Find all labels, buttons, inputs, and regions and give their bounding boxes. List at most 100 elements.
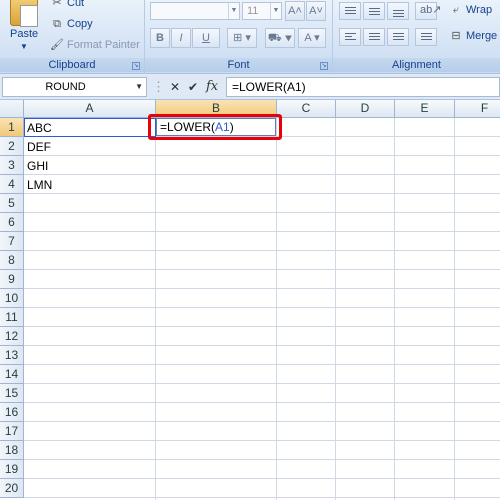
alignment-group-label: Alignment <box>333 58 500 72</box>
paste-dropdown-icon[interactable]: ▼ <box>20 42 28 51</box>
row-header-11[interactable]: 11 <box>0 308 24 327</box>
row-header-17[interactable]: 17 <box>0 422 24 441</box>
gridline-horizontal <box>24 269 500 270</box>
gridline-horizontal <box>24 383 500 384</box>
column-header-a[interactable]: A <box>24 100 156 118</box>
name-box[interactable]: ROUND ▼ <box>2 77 147 97</box>
paste-icon[interactable] <box>10 0 38 27</box>
row-header-6[interactable]: 6 <box>0 213 24 232</box>
gridline-horizontal <box>24 212 500 213</box>
column-header-c[interactable]: C <box>277 100 336 118</box>
gridline-horizontal <box>24 326 500 327</box>
row-header-1[interactable]: 1 <box>0 118 24 137</box>
gridline-horizontal <box>24 193 500 194</box>
row-header-12[interactable]: 12 <box>0 327 24 346</box>
bold-button[interactable]: B <box>150 28 170 48</box>
resize-handle-icon[interactable]: ⋮ <box>152 78 165 96</box>
excel-window: Paste ▼ ✂ Cut ⧉ Copy 🖌 Format Painter Clipb… <box>0 0 500 500</box>
gridline-horizontal <box>24 174 500 175</box>
enter-icon[interactable]: ✔ <box>188 78 198 96</box>
row-header-14[interactable]: 14 <box>0 365 24 384</box>
borders-button[interactable]: ⊞ ▾ <box>227 28 257 48</box>
paintbrush-icon: 🖌 <box>50 39 64 51</box>
orientation-button[interactable]: ab↗ <box>415 2 441 20</box>
gridline-horizontal <box>24 231 500 232</box>
row-header-13[interactable]: 13 <box>0 346 24 365</box>
wrap-text-icon: ⤶ <box>452 4 460 16</box>
row-header-3[interactable]: 3 <box>0 156 24 175</box>
gridline-horizontal <box>24 440 500 441</box>
font-group-label: Font <box>145 58 332 72</box>
formula-input[interactable]: =LOWER(A1) <box>226 77 500 97</box>
copy-button[interactable]: ⧉ Copy <box>50 16 93 32</box>
middle-align-button[interactable] <box>363 2 385 20</box>
top-align-button[interactable] <box>339 2 361 20</box>
font-color-icon: A ▾ <box>304 32 320 44</box>
cancel-icon[interactable]: ✕ <box>170 78 180 96</box>
gridline-horizontal <box>24 288 500 289</box>
copy-icon: ⧉ <box>53 18 61 30</box>
merge-center-button[interactable]: ⊟ Merge <box>449 28 497 44</box>
row-header-5[interactable]: 5 <box>0 194 24 213</box>
cut-button[interactable]: ✂ Cut <box>50 0 84 11</box>
referenced-cell-border <box>24 118 156 137</box>
gridline-vertical <box>394 118 395 500</box>
chevron-down-icon[interactable]: ▼ <box>135 78 143 96</box>
gridline-horizontal <box>24 345 500 346</box>
row-header-19[interactable]: 19 <box>0 460 24 479</box>
align-left-button[interactable] <box>339 28 361 46</box>
ribbon: Paste ▼ ✂ Cut ⧉ Copy 🖌 Format Painter Clipb… <box>0 0 500 74</box>
font-size-combo[interactable]: 11 ▼ <box>242 2 282 20</box>
column-header-f[interactable]: F <box>455 100 500 118</box>
row-header-9[interactable]: 9 <box>0 270 24 289</box>
row-header-8[interactable]: 8 <box>0 251 24 270</box>
bottom-align-button[interactable] <box>387 2 409 20</box>
underline-button[interactable]: U <box>192 28 220 48</box>
cell-a3[interactable]: GHI <box>27 157 48 175</box>
align-right-button[interactable] <box>387 28 409 46</box>
gridline-horizontal <box>24 402 500 403</box>
cell-a4[interactable]: LMN <box>27 176 52 194</box>
font-dialog-launcher-icon[interactable]: ↘ <box>320 62 328 70</box>
gridline-horizontal <box>24 250 500 251</box>
chevron-down-icon: ▼ <box>270 3 281 19</box>
gridline-horizontal <box>24 459 500 460</box>
row-header-15[interactable]: 15 <box>0 384 24 403</box>
paste-button[interactable]: Paste <box>10 28 38 40</box>
row-header-16[interactable]: 16 <box>0 403 24 422</box>
font-group: ▼ 11 ▼ A˄ A˅ B I U ⊞ ▾ ⛟ ▾ A ▾ Font ↘ <box>145 0 333 74</box>
format-painter-button[interactable]: 🖌 Format Painter <box>50 37 140 53</box>
gridline-horizontal <box>24 478 500 479</box>
merge-icon: ⊟ <box>451 30 461 42</box>
column-header-d[interactable]: D <box>336 100 395 118</box>
gridline-horizontal <box>24 421 500 422</box>
row-header-7[interactable]: 7 <box>0 232 24 251</box>
clipboard-group: Paste ▼ ✂ Cut ⧉ Copy 🖌 Format Painter Clipb… <box>0 0 145 74</box>
row-header-4[interactable]: 4 <box>0 175 24 194</box>
cell-a2[interactable]: DEF <box>27 138 51 156</box>
fill-color-button[interactable]: ⛟ ▾ <box>265 28 295 48</box>
clipboard-dialog-launcher-icon[interactable]: ↘ <box>132 62 140 70</box>
decrease-indent-button[interactable] <box>415 28 437 46</box>
insert-function-icon[interactable]: fx <box>206 78 218 96</box>
font-name-combo[interactable]: ▼ <box>150 2 240 20</box>
row-header-10[interactable]: 10 <box>0 289 24 308</box>
scissors-icon: ✂ <box>52 0 62 9</box>
shrink-font-button[interactable]: A˅ <box>306 1 326 21</box>
row-header-2[interactable]: 2 <box>0 137 24 156</box>
italic-button[interactable]: I <box>171 28 191 48</box>
select-all-button[interactable] <box>0 100 24 118</box>
row-header-20[interactable]: 20 <box>0 479 24 498</box>
gridline-horizontal <box>24 364 500 365</box>
align-center-button[interactable] <box>363 28 385 46</box>
clipboard-group-label: Clipboard <box>0 58 144 72</box>
gridline-vertical <box>335 118 336 500</box>
highlight-box <box>148 114 282 140</box>
row-header-18[interactable]: 18 <box>0 441 24 460</box>
column-header-e[interactable]: E <box>395 100 455 118</box>
formula-buttons: ⋮ ✕ ✔ fx <box>150 77 226 97</box>
font-color-button[interactable]: A ▾ <box>298 28 326 48</box>
wrap-text-button[interactable]: ⤶ Wrap <box>449 2 492 18</box>
grow-font-button[interactable]: A˄ <box>285 1 305 21</box>
worksheet-grid[interactable]: A B C D E F 1 2 3 4 5 6 7 8 9 10 11 12 13 14 15 16 17 18 19 20 <box>0 100 500 500</box>
